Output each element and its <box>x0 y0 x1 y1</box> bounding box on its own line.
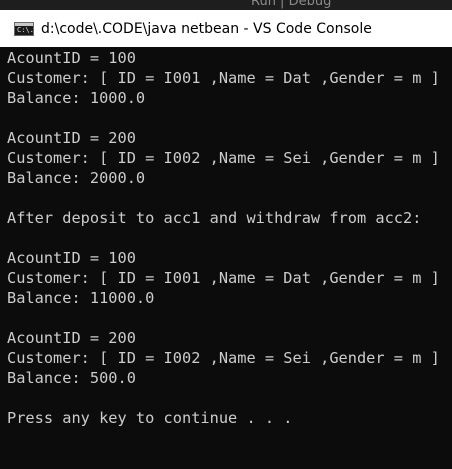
console-line: Balance: 11000.0 <box>7 289 155 307</box>
console-line: Press any key to continue . . . <box>7 409 293 427</box>
console-line: Balance: 2000.0 <box>7 169 146 187</box>
console-line: Customer: [ ID = I002 ,Name = Sei ,Gende… <box>7 149 440 167</box>
console-line: AcountID = 200 <box>7 129 136 147</box>
console-line: Customer: [ ID = I001 ,Name = Dat ,Gende… <box>7 69 440 87</box>
console-output[interactable]: AcountID = 100 Customer: [ ID = I001 ,Na… <box>0 47 452 469</box>
console-line: Balance: 1000.0 <box>7 89 146 107</box>
console-app-icon-label: C:\. <box>17 25 34 34</box>
editor-background-strip: Run | Debug <box>0 0 452 10</box>
console-line: Customer: [ ID = I002 ,Name = Sei ,Gende… <box>7 349 440 367</box>
console-line: Balance: 500.0 <box>7 369 136 387</box>
console-line: AcountID = 100 <box>7 249 136 267</box>
console-line: After deposit to acc1 and withdraw from … <box>7 209 422 227</box>
console-line: AcountID = 200 <box>7 329 136 347</box>
window-title: d:\code\.CODE\java netbean - VS Code Con… <box>41 20 372 37</box>
console-line: AcountID = 100 <box>7 49 136 67</box>
console-window-titlebar[interactable]: C:\. d:\code\.CODE\java netbean - VS Cod… <box>0 10 452 47</box>
console-line: Customer: [ ID = I001 ,Name = Dat ,Gende… <box>7 269 440 287</box>
console-app-icon: C:\. <box>14 21 34 36</box>
codelens-run-debug[interactable]: Run | Debug <box>251 0 331 9</box>
